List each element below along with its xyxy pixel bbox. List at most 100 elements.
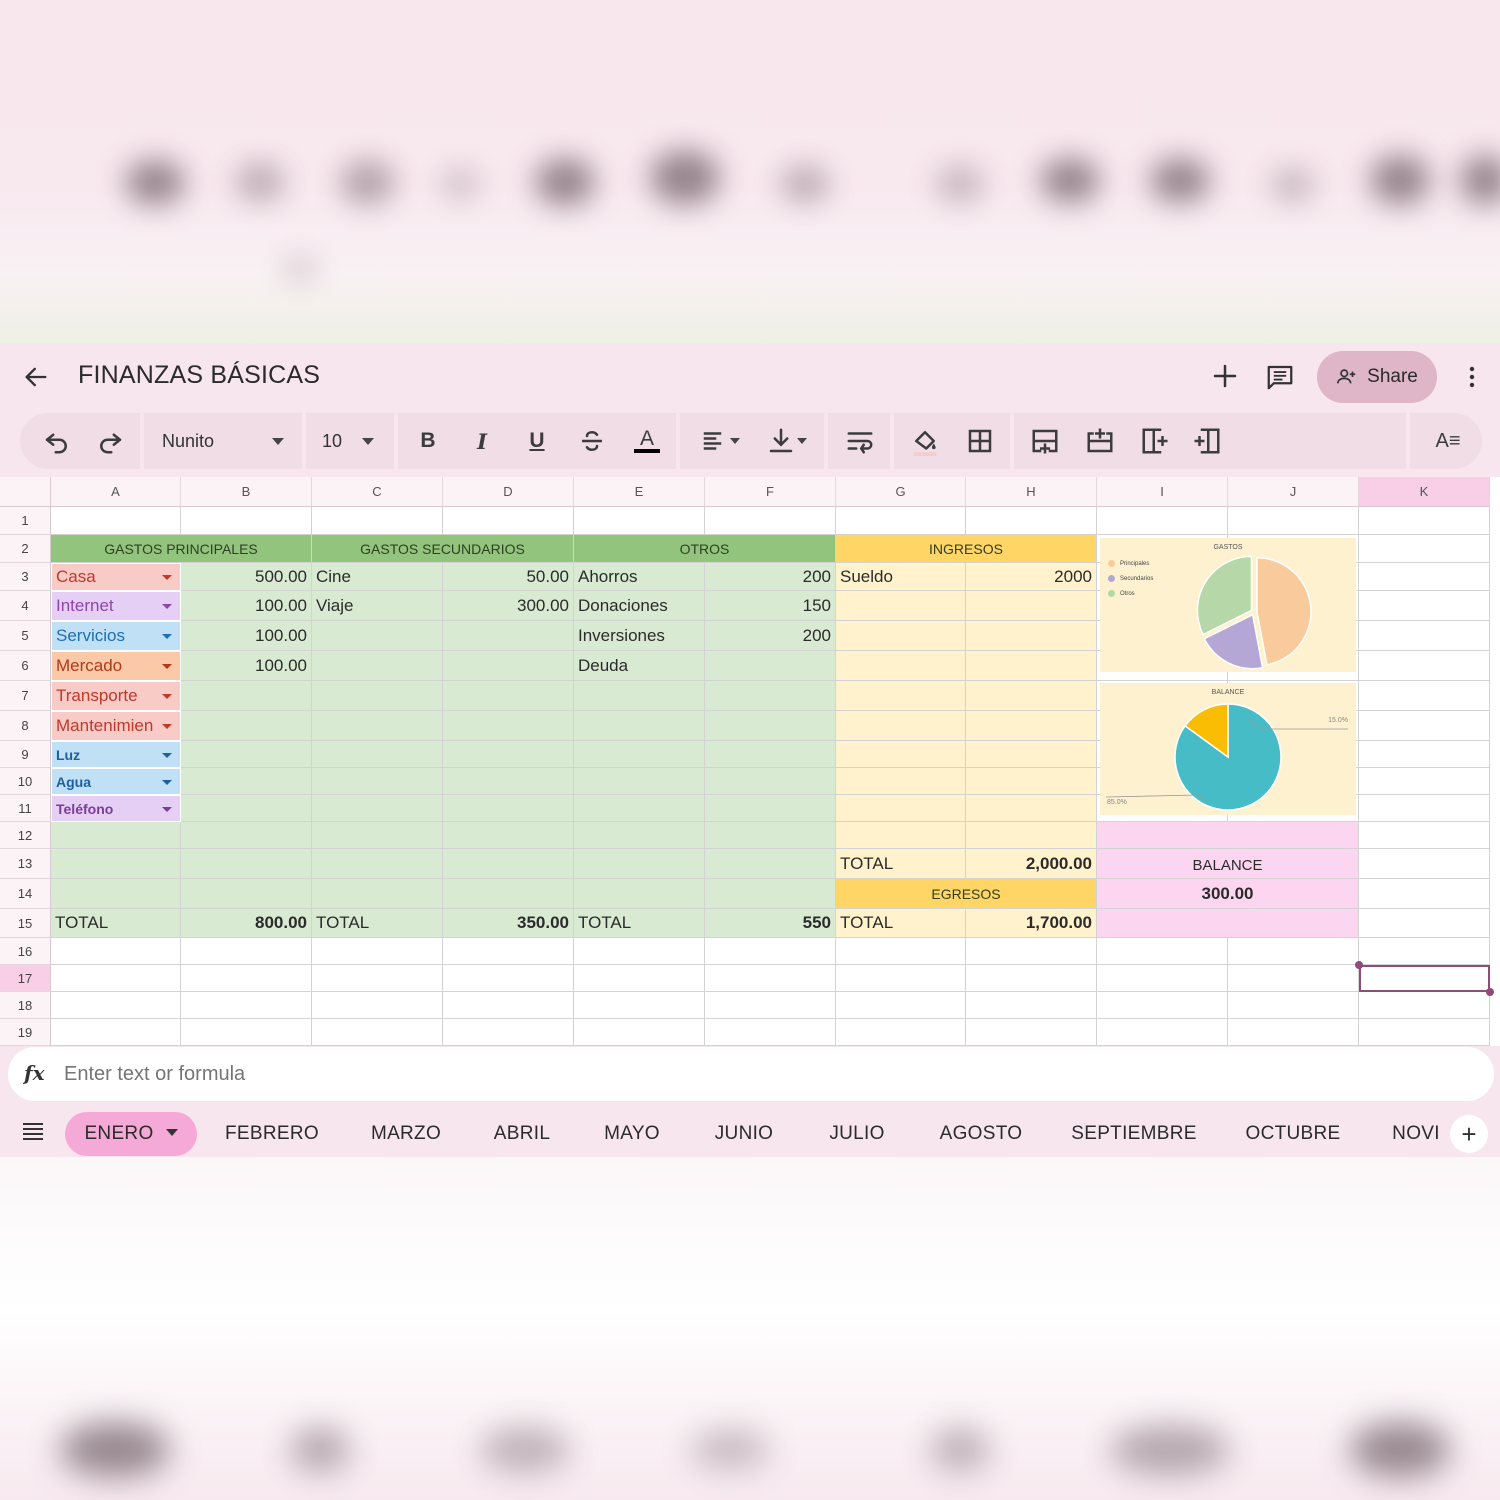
cell[interactable] <box>181 992 312 1019</box>
undo-icon[interactable] <box>42 426 72 456</box>
amount-cell[interactable] <box>705 651 836 681</box>
chevron-down-icon[interactable] <box>165 1128 178 1136</box>
cell[interactable] <box>836 822 966 849</box>
insert-row-below-icon[interactable] <box>1085 426 1115 456</box>
row-header-5[interactable]: 5 <box>0 621 51 651</box>
total-egresos[interactable]: 1,700.00 <box>966 909 1097 938</box>
cell[interactable] <box>836 965 966 992</box>
cell[interactable] <box>181 507 312 535</box>
plus-icon[interactable] <box>1210 361 1240 391</box>
fill-color-icon[interactable] <box>910 426 940 456</box>
cell[interactable] <box>1228 965 1359 992</box>
cell[interactable] <box>574 711 705 741</box>
cell[interactable] <box>836 795 966 822</box>
cell[interactable] <box>181 849 312 879</box>
column-header-k[interactable]: K <box>1359 477 1490 507</box>
category-chip[interactable]: Mercado <box>51 651 181 681</box>
cell[interactable] <box>312 507 443 535</box>
cell[interactable] <box>1359 795 1490 822</box>
cell[interactable] <box>312 822 443 849</box>
italic-icon[interactable]: I <box>467 426 497 456</box>
dropdown-arrow-icon[interactable] <box>162 724 172 729</box>
amount-cell[interactable]: 300.00 <box>443 591 574 621</box>
category-chip[interactable]: Agua <box>51 768 181 795</box>
cell[interactable] <box>1097 507 1228 535</box>
cell[interactable] <box>443 849 574 879</box>
row-header-4[interactable]: 4 <box>0 591 51 621</box>
cell[interactable] <box>181 965 312 992</box>
header-ingresos[interactable]: INGRESOS <box>836 535 1097 563</box>
cell[interactable] <box>312 879 443 909</box>
cell[interactable] <box>836 591 966 621</box>
cell[interactable] <box>705 711 836 741</box>
cell[interactable] <box>1359 507 1490 535</box>
sheet-tab-julio[interactable]: JULIO <box>817 1112 897 1156</box>
cell[interactable] <box>966 992 1097 1019</box>
cell-selection[interactable] <box>1359 965 1490 992</box>
cell[interactable] <box>705 507 836 535</box>
row-header-8[interactable]: 8 <box>0 711 51 741</box>
cell[interactable] <box>443 1019 574 1046</box>
cell[interactable] <box>181 711 312 741</box>
cell[interactable] <box>574 849 705 879</box>
cell[interactable] <box>966 507 1097 535</box>
text-format-icon[interactable]: A≡ <box>1428 426 1468 456</box>
row-header-10[interactable]: 10 <box>0 768 51 795</box>
cell[interactable] <box>836 1019 966 1046</box>
amount-cell[interactable]: 150 <box>705 591 836 621</box>
amount-cell[interactable]: 500.00 <box>181 563 312 591</box>
dropdown-arrow-icon[interactable] <box>162 752 172 758</box>
cell[interactable] <box>966 741 1097 768</box>
insert-column-right-icon[interactable] <box>1140 426 1170 456</box>
cell[interactable] <box>574 1019 705 1046</box>
cell[interactable] <box>1228 992 1359 1019</box>
strikethrough-icon[interactable] <box>577 426 607 456</box>
cell[interactable] <box>1359 711 1490 741</box>
item-label[interactable]: Ahorros <box>574 563 705 591</box>
column-header-d[interactable]: D <box>443 477 574 507</box>
cell[interactable] <box>312 651 443 681</box>
cell[interactable] <box>836 621 966 651</box>
share-button[interactable]: Share <box>1317 351 1437 403</box>
cell[interactable] <box>1359 938 1490 965</box>
all-sheets-menu-icon[interactable] <box>22 1121 44 1141</box>
cell[interactable] <box>181 768 312 795</box>
selection-handle[interactable] <box>1486 988 1494 996</box>
cell[interactable] <box>51 992 181 1019</box>
cell[interactable] <box>705 795 836 822</box>
dropdown-arrow-icon[interactable] <box>162 806 172 812</box>
insert-row-above-icon[interactable] <box>1030 426 1060 456</box>
cell[interactable] <box>1359 591 1490 621</box>
cell[interactable] <box>181 938 312 965</box>
cell[interactable] <box>443 507 574 535</box>
cell[interactable] <box>1359 651 1490 681</box>
cell[interactable] <box>312 965 443 992</box>
cell[interactable] <box>705 992 836 1019</box>
cell[interactable] <box>1359 741 1490 768</box>
column-header-c[interactable]: C <box>312 477 443 507</box>
cell[interactable] <box>705 879 836 909</box>
cell[interactable] <box>312 1019 443 1046</box>
balance-value[interactable]: 300.00 <box>1097 879 1359 909</box>
cell[interactable] <box>705 741 836 768</box>
cell[interactable] <box>312 795 443 822</box>
sheet-tab-enero[interactable]: ENERO <box>65 1112 197 1156</box>
sheet-tab-octubre[interactable]: OCTUBRE <box>1233 1112 1353 1156</box>
cell[interactable] <box>836 938 966 965</box>
comment-icon[interactable] <box>1265 362 1295 392</box>
sheet-tab-marzo[interactable]: MARZO <box>356 1112 456 1156</box>
cell[interactable] <box>1359 535 1490 563</box>
dropdown-arrow-icon[interactable] <box>162 575 172 580</box>
cell[interactable] <box>443 621 574 651</box>
amount-cell[interactable]: 100.00 <box>181 651 312 681</box>
total-label[interactable]: TOTAL <box>312 909 443 938</box>
cell[interactable] <box>51 1019 181 1046</box>
cell[interactable] <box>1359 909 1490 938</box>
total-secundarios[interactable]: 350.00 <box>443 909 574 938</box>
row-header-15[interactable]: 15 <box>0 909 51 938</box>
cell[interactable] <box>181 795 312 822</box>
cell[interactable] <box>312 741 443 768</box>
item-label[interactable]: Cine <box>312 563 443 591</box>
row-header-2[interactable]: 2 <box>0 535 51 563</box>
amount-cell[interactable]: 50.00 <box>443 563 574 591</box>
